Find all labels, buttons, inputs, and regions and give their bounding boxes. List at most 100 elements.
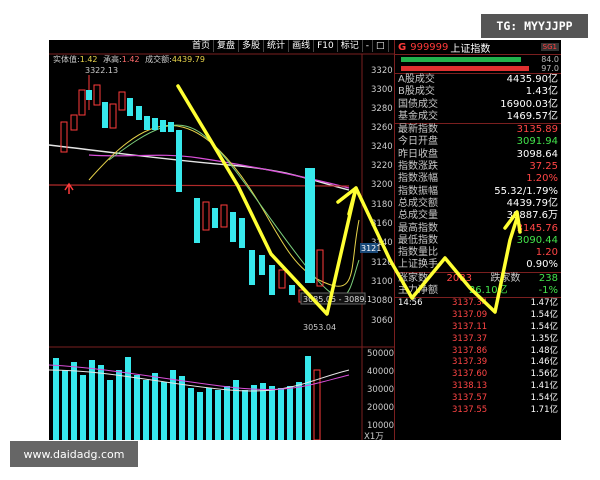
ma-line-darkred bbox=[49, 184, 350, 187]
kv-value: 39887.6万 bbox=[506, 210, 558, 222]
kv-key: 指数涨幅 bbox=[398, 173, 438, 185]
kv-value: 37.25 bbox=[529, 161, 558, 173]
kv-value: 4435.90亿 bbox=[506, 74, 558, 85]
tick-row: 3137.57 1.54亿 bbox=[395, 393, 561, 405]
kv-value: 0.90% bbox=[526, 259, 558, 271]
toolbar-item-mark[interactable]: 标记 bbox=[338, 40, 363, 52]
toolbar-item-minimize[interactable]: - bbox=[363, 40, 373, 52]
volume-bar bbox=[251, 385, 257, 440]
candle bbox=[70, 114, 78, 131]
volume-bar bbox=[107, 380, 113, 440]
kv-value: 3091.94 bbox=[516, 136, 558, 148]
kv-key: 昨日收盘 bbox=[398, 148, 438, 160]
candle-big bbox=[305, 168, 315, 283]
kv-key: 基金成交 bbox=[398, 110, 438, 122]
kv-value: 55.32/1.79% bbox=[494, 185, 558, 197]
kv-row: 指数振幅 55.32/1.79% bbox=[395, 186, 561, 198]
rise-count: 2083 bbox=[446, 272, 472, 284]
candle bbox=[212, 208, 218, 228]
volume-bar bbox=[260, 383, 266, 440]
toolbar-item-review[interactable]: 复盘 bbox=[214, 40, 240, 52]
kv-value: 4439.79亿 bbox=[506, 197, 558, 209]
group-letter: G bbox=[398, 41, 407, 53]
rise-label: 涨家数 bbox=[398, 272, 428, 284]
tick-row: 3137.39 1.46亿 bbox=[395, 357, 561, 369]
toolbar-item-maximize[interactable]: □ bbox=[373, 40, 389, 52]
ratio-bar-row-2: 97.0 bbox=[395, 64, 561, 73]
ratio-bar-green bbox=[401, 57, 521, 62]
toolbar-item-stats[interactable]: 统计 bbox=[264, 40, 290, 52]
kv-row: 最新指数 3135.89 bbox=[395, 124, 561, 136]
ratio-bar-2-pct: 97.0 bbox=[541, 64, 559, 73]
index-name: 上证指数 bbox=[450, 43, 491, 55]
kv-key: 最高指数 bbox=[398, 222, 438, 234]
tick-volume: 1.41亿 bbox=[530, 380, 558, 391]
price-tick: 3080 bbox=[371, 296, 393, 306]
chart-toolbar: 首页 复盘 多股 统计 画线 F10 标记 - □ bbox=[189, 40, 389, 52]
tick-price: 3137.09 bbox=[452, 310, 488, 321]
tick-list[interactable]: 14:56 3137.34 1.47亿 3137.09 1.54亿 3137.11 1… bbox=[395, 297, 561, 416]
telegram-badge: TG: MYYJJPP bbox=[481, 14, 588, 38]
kv-row: 总成交量 39887.6万 bbox=[395, 210, 561, 222]
legend-label-2: 承高: bbox=[103, 55, 122, 64]
volume-bar bbox=[242, 390, 248, 440]
ma-line-yellow bbox=[88, 125, 360, 287]
volume-bar bbox=[161, 382, 167, 440]
site-watermark: www.daidadg.com bbox=[10, 441, 138, 467]
tick-price: 3137.34 bbox=[452, 298, 488, 309]
candle bbox=[118, 91, 126, 111]
tick-volume: 1.35亿 bbox=[530, 333, 558, 344]
tick-price: 3137.57 bbox=[452, 392, 488, 403]
kv-key: 指数量比 bbox=[398, 247, 438, 259]
price-tick: 3320 bbox=[371, 66, 393, 76]
price-tick: 3280 bbox=[371, 104, 393, 114]
kv-row: 上证换手 0.90% bbox=[395, 259, 561, 271]
candle bbox=[259, 255, 265, 275]
index-stats-section: 最新指数 3135.89 今日开盘 3091.94 昨日收盘 3098.64 指数涨跌… bbox=[395, 123, 561, 272]
volume-bar bbox=[197, 392, 203, 440]
signal-badge[interactable]: SG1 bbox=[540, 43, 559, 51]
candle bbox=[278, 269, 286, 289]
toolbar-item-home[interactable]: 首页 bbox=[189, 40, 215, 52]
kv-row: 今日开盘 3091.94 bbox=[395, 136, 561, 148]
toolbar-item-draw-line[interactable]: 画线 bbox=[289, 40, 315, 52]
kv-key: 国债成交 bbox=[398, 98, 438, 110]
price-tick: 3100 bbox=[371, 277, 393, 287]
kv-value: 1.20% bbox=[526, 173, 558, 185]
stock-terminal-window: 3320 3300 3280 3260 3240 3220 3200 3180 … bbox=[49, 40, 561, 440]
candle bbox=[78, 89, 86, 116]
kv-key: 总成交量 bbox=[398, 210, 438, 222]
main-flow-value: 26.10亿 bbox=[468, 285, 508, 297]
legend-label-1: 实体值: bbox=[53, 55, 80, 64]
main-flow-label: 主力净额 bbox=[398, 285, 438, 297]
kv-value: 3090.44 bbox=[516, 234, 558, 246]
tick-volume: 1.46亿 bbox=[530, 357, 558, 368]
ratio-bar-red bbox=[401, 66, 529, 71]
kv-row: 最低指数 3090.44 bbox=[395, 235, 561, 247]
volume-tick: 50000 bbox=[367, 349, 394, 359]
kv-value: 1.43亿 bbox=[525, 86, 558, 98]
candle bbox=[102, 102, 108, 128]
kv-row: 总成交额 4439.79亿 bbox=[395, 198, 561, 210]
toolbar-item-f10[interactable]: F10 bbox=[314, 40, 338, 52]
candle bbox=[109, 103, 117, 129]
price-tick: 3220 bbox=[371, 161, 393, 171]
tick-price: 3137.39 bbox=[452, 357, 488, 368]
candle bbox=[136, 106, 142, 120]
candle bbox=[160, 120, 166, 132]
kline-chart-pane[interactable]: 3320 3300 3280 3260 3240 3220 3200 3180 … bbox=[49, 40, 394, 440]
toolbar-item-multi-stock[interactable]: 多股 bbox=[239, 40, 265, 52]
volume-bar bbox=[224, 386, 230, 440]
ma-line-white bbox=[49, 144, 350, 191]
fall-count: 238 bbox=[538, 272, 558, 284]
low-annotation: 3053.04 bbox=[303, 323, 336, 332]
volume-tick: 30000 bbox=[367, 385, 394, 395]
ma-line-green bbox=[108, 124, 360, 298]
kv-key: A股成交 bbox=[398, 74, 435, 85]
volume-bar bbox=[296, 382, 302, 440]
volume-bar bbox=[134, 375, 140, 440]
indicator-legend: 实体值:1.42 承高:1.42 成交额:4439.79 bbox=[53, 54, 205, 65]
kv-value: 3145.76 bbox=[516, 222, 558, 234]
price-tick: 3160 bbox=[371, 219, 393, 229]
candle bbox=[230, 212, 236, 242]
